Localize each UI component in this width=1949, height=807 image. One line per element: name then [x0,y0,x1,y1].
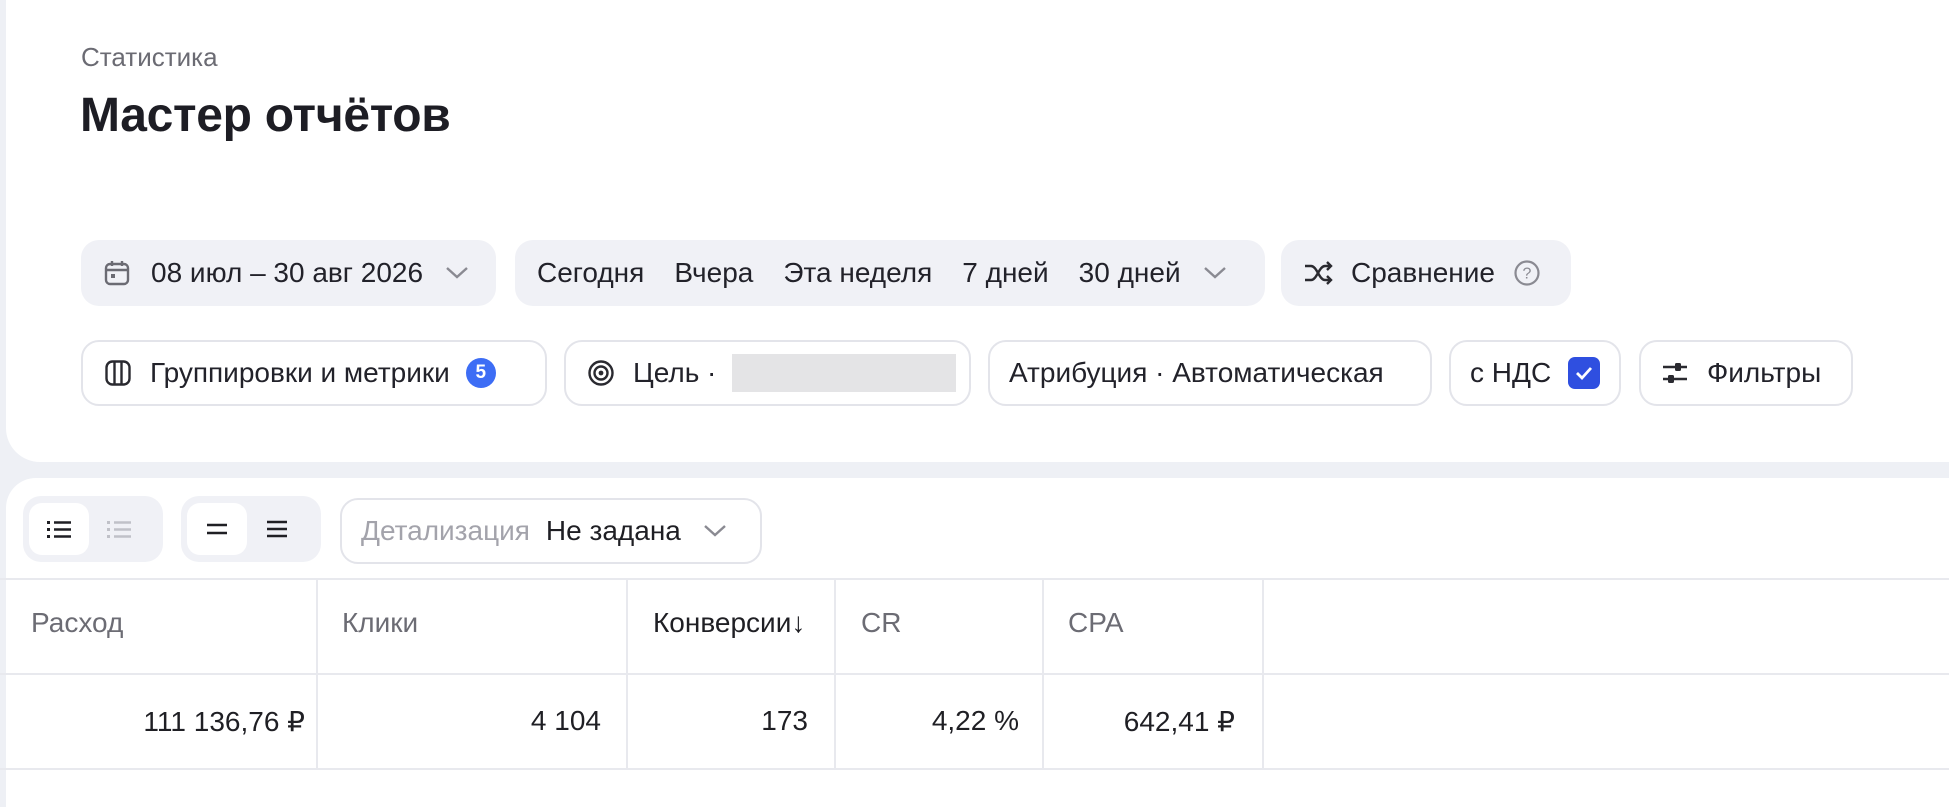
cell-conversions: 173 [761,705,808,736]
vat-checkbox[interactable] [1568,357,1601,389]
preset-this-week[interactable]: Эта неделя [783,257,932,289]
column-divider [834,579,836,769]
preset-yesterday[interactable]: Вчера [674,257,753,289]
goal-value-redacted [732,354,957,392]
vat-label: с НДС [1470,357,1552,388]
tree-view-button[interactable] [89,503,149,555]
column-header-spend[interactable]: Расход [31,607,123,639]
table-header-border [0,673,1949,675]
attribution-label: Атрибуция · Автоматическая [1009,357,1384,388]
detail-selector[interactable]: Детализация Не задана [340,498,762,564]
period-range: 08 июл – 30 авг 2026 [151,257,424,288]
compact-rows-icon [206,522,228,536]
rows-icon [266,519,288,539]
groupings-count-badge: 5 [465,358,496,388]
column-divider [316,579,318,769]
column-divider [626,579,628,769]
shuffle-icon [1303,260,1333,286]
list-icon [46,519,72,539]
table-bottom-border [0,768,1949,770]
period-presets: Сегодня Вчера Эта неделя 7 дней 30 дней [515,240,1265,306]
row-density-switch [181,496,321,562]
groupings-metrics-button[interactable]: Группировки и метрики 5 [81,340,547,406]
sliders-icon [1661,360,1689,386]
help-icon[interactable]: ? [1513,259,1541,287]
column-header-conversions[interactable]: Конверсии↓ [653,607,805,639]
column-divider [1262,579,1264,769]
detail-value: Не задана [545,515,681,546]
calendar-icon [103,259,131,287]
filters-label: Фильтры [1707,357,1822,388]
goal-selector[interactable]: Цель · [564,340,971,406]
target-icon [587,359,615,387]
period-picker[interactable]: 08 июл – 30 авг 2026 [81,240,496,306]
list-view-button[interactable] [29,503,89,555]
goal-label: Цель · [633,357,717,388]
compare-button[interactable]: Сравнение ? [1281,240,1571,306]
view-mode-switch [23,496,163,562]
columns-icon [104,359,132,387]
preset-7-days[interactable]: 7 дней [962,257,1048,289]
detail-label: Детализация [361,515,530,546]
column-divider [1042,579,1044,769]
filters-button[interactable]: Фильтры [1639,340,1853,406]
cell-cr: 4,22 % [931,705,1019,736]
chevron-down-icon [445,266,469,280]
chevron-down-icon[interactable] [1203,266,1227,280]
cell-cpa: 642,41 ₽ [1123,706,1235,737]
cell-spend: 111 136,76 ₽ [143,706,305,737]
groupings-label: Группировки и метрики [150,357,450,388]
compact-density-button[interactable] [187,503,247,555]
cell-clicks: 4 104 [530,705,601,736]
svg-text:?: ? [1523,266,1532,283]
column-header-cpa[interactable]: CPA [1068,607,1124,639]
attribution-selector[interactable]: Атрибуция · Автоматическая [988,340,1432,406]
table-top-border [0,578,1949,580]
preset-today[interactable]: Сегодня [537,257,644,289]
breadcrumb[interactable]: Статистика [81,42,218,73]
vat-toggle[interactable]: с НДС [1449,340,1621,406]
chevron-down-icon [703,524,727,538]
column-header-clicks[interactable]: Клики [342,607,418,639]
column-header-cr[interactable]: CR [861,607,901,639]
preset-30-days[interactable]: 30 дней [1079,257,1181,289]
normal-density-button[interactable] [247,503,307,555]
list-icon [106,519,132,539]
page-title: Мастер отчётов [80,89,451,142]
compare-label: Сравнение [1351,257,1495,288]
